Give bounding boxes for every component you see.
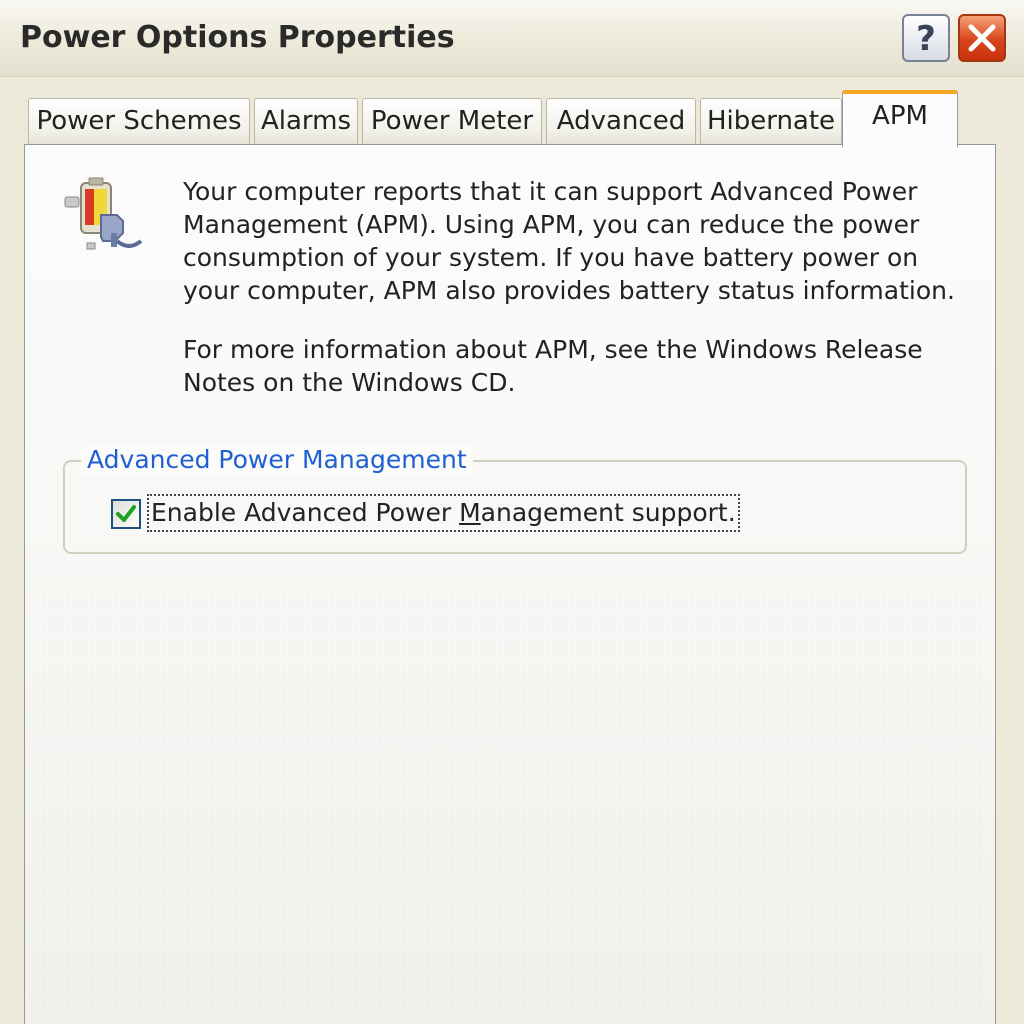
group-box-label: Advanced Power Management xyxy=(81,444,473,476)
help-button[interactable]: ? xyxy=(902,14,950,62)
apm-tab-panel: Your computer reports that it can suppor… xyxy=(24,144,996,1024)
window-title: Power Options Properties xyxy=(20,20,455,55)
tab-advanced[interactable]: Advanced xyxy=(546,98,696,144)
battery-plug-icon xyxy=(64,177,143,250)
checkmark-icon xyxy=(116,505,136,522)
title-bar[interactable]: Power Options Properties ? xyxy=(0,0,1024,77)
tab-strip: Power Schemes Alarms Power Meter Advance… xyxy=(0,76,1024,147)
apm-description: Your computer reports that it can suppor… xyxy=(183,177,955,305)
enable-apm-label[interactable]: Enable Advanced Power Management support… xyxy=(147,494,740,532)
label-text-end: anagement support. xyxy=(480,498,736,527)
apm-group-box: Advanced Power Management Enable Advance… xyxy=(63,444,967,554)
tab-apm[interactable]: APM xyxy=(842,90,958,147)
tab-alarms[interactable]: Alarms xyxy=(254,98,358,144)
apm-more-info: For more information about APM, see the … xyxy=(183,335,923,397)
tab-power-meter[interactable]: Power Meter xyxy=(362,98,542,144)
label-text-start: Enable Advanced Power xyxy=(151,498,460,527)
label-mnemonic: M xyxy=(459,498,481,527)
tab-hibernate[interactable]: Hibernate xyxy=(700,98,842,144)
tab-power-schemes[interactable]: Power Schemes xyxy=(28,98,250,144)
close-icon xyxy=(968,24,996,52)
dialog-window: Power Options Properties ? Power Schemes… xyxy=(0,0,1024,1024)
help-icon: ? xyxy=(916,19,936,59)
enable-apm-checkbox[interactable] xyxy=(111,499,141,529)
close-button[interactable] xyxy=(958,14,1006,62)
